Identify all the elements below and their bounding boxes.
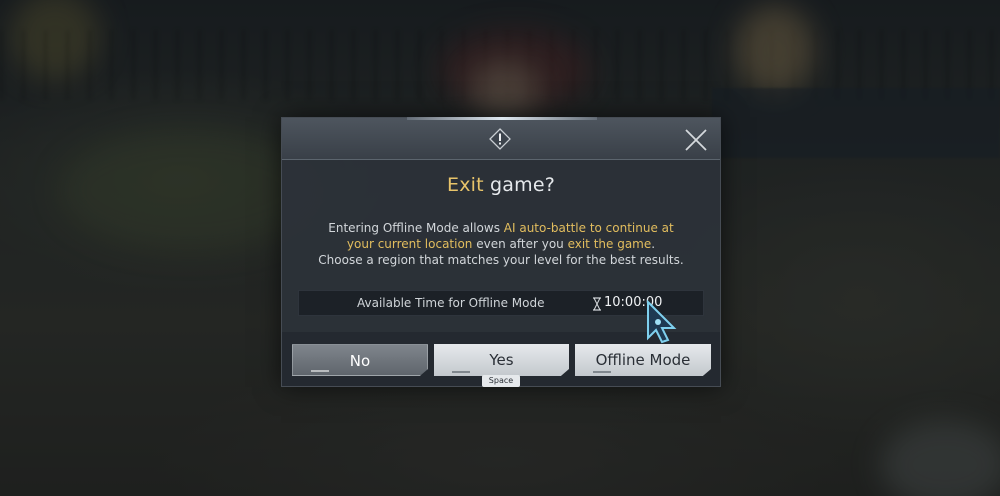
dialog-top-accent [407,117,597,120]
desc-highlight2: your current location [346,237,473,251]
exit-game-dialog: Exit game? Entering Offline Mode allows … [281,117,721,387]
space-key-hint: Space [482,375,520,387]
offline-mode-button-label: Offline Mode [595,351,691,369]
hourglass-icon [593,297,601,311]
offline-mode-button[interactable]: Offline Mode [575,344,711,376]
dialog-description: Entering Offline Mode allows AI auto-bat… [292,220,710,268]
title-rest: game? [483,174,555,196]
arrow-cursor-icon [647,299,677,344]
exclamation-diamond-icon [489,128,511,150]
desc-part3: . [651,237,656,251]
desc-highlight1: AI auto-battle to continue at [503,221,674,235]
desc-part1: Entering Offline Mode allows [328,221,504,235]
close-button[interactable] [682,126,710,154]
desc-line3: Choose a region that matches your level … [318,253,684,267]
desc-part2: even after you [472,237,568,251]
yes-button[interactable]: Yes [434,344,569,376]
yes-button-label: Yes [489,351,514,369]
desc-highlight3: exit the game [567,237,652,251]
offline-time-label: Available Time for Offline Mode [357,296,545,310]
dialog-title: Exit game? [282,174,720,196]
no-button-label: No [349,352,371,370]
no-button[interactable]: No [292,344,428,376]
title-highlight: Exit [446,174,484,196]
